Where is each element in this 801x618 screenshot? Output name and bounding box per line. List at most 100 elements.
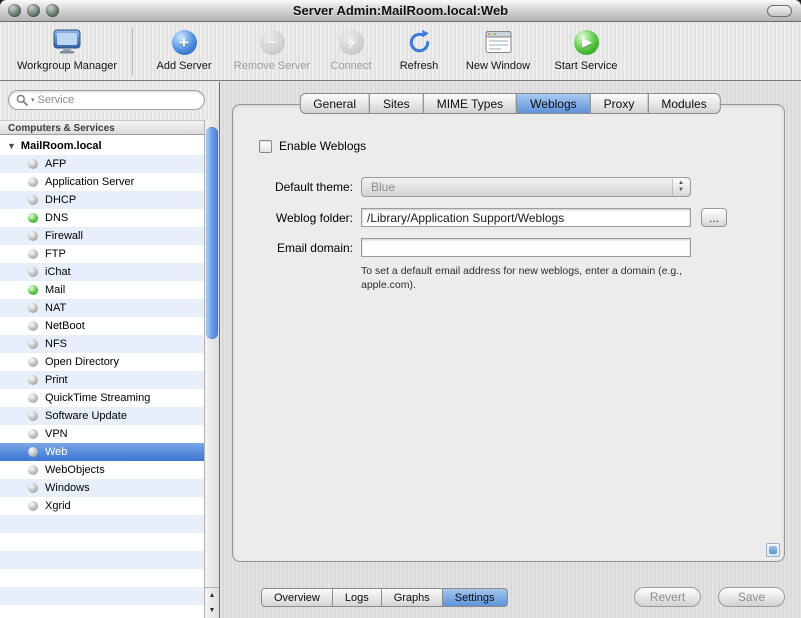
toolbar-item-refresh[interactable]: Refresh [384,27,454,72]
toolbar-item-label: Workgroup Manager [16,60,118,72]
server-row-mailroom-local[interactable]: ▼ MailRoom.local [0,137,204,155]
service-row-dns[interactable]: DNS [0,209,204,227]
service-label: Application Server [45,176,135,188]
enable-weblogs-label: Enable Weblogs [279,139,367,153]
toolbar-item-workgroup-manager[interactable]: Workgroup Manager [6,27,128,72]
enable-weblogs-row[interactable]: Enable Weblogs [259,139,784,153]
service-row-windows[interactable]: Windows [0,479,204,497]
gray-status-icon [28,465,38,475]
email-help-text: To set a default email address for new w… [361,265,683,292]
toolbar-item-add-server[interactable]: + Add Server [142,27,226,72]
green-status-icon [28,213,38,223]
toolbar-item-label: Refresh [399,60,439,72]
service-row-vpn[interactable]: VPN [0,425,204,443]
gray-status-icon [28,267,38,277]
service-label: VPN [45,428,68,440]
scrollbar-thumb[interactable] [206,127,218,339]
default-theme-popup[interactable]: Blue ▲ ▼ [361,177,691,197]
new-window-icon [485,27,512,57]
scroll-up-arrow[interactable]: ▲ [205,588,219,603]
email-domain-row: Email domain: [233,238,784,257]
gray-status-icon [28,159,38,169]
service-row-dhcp[interactable]: DHCP [0,191,204,209]
gray-status-icon [28,429,38,439]
service-label: AFP [45,158,67,170]
service-row-nfs[interactable]: NFS [0,335,204,353]
gray-status-icon [28,483,38,493]
service-row-open-directory[interactable]: Open Directory [0,353,204,371]
service-row-quicktime-streaming[interactable]: QuickTime Streaming [0,389,204,407]
email-domain-label: Email domain: [276,240,353,255]
service-label: Windows [45,482,90,494]
service-label: Mail [45,284,66,296]
add-server-icon: + [171,27,197,57]
service-label: DNS [45,212,69,224]
email-domain-field[interactable] [361,238,691,257]
default-theme-row: Default theme: Blue ▲ ▼ [233,177,784,197]
tab-general[interactable]: General [299,93,371,114]
toolbar-item-start-service[interactable]: ▶ Start Service [542,27,630,72]
service-row-xgrid[interactable]: Xgrid [0,497,204,515]
service-row-print[interactable]: Print [0,371,204,389]
service-row-webobjects[interactable]: WebObjects [0,461,204,479]
weblog-folder-label: Weblog folder: [275,210,353,225]
service-row-mail[interactable]: Mail [0,281,204,299]
service-row-web[interactable]: Web [0,443,204,461]
view-button-logs[interactable]: Logs [331,587,382,607]
weblog-folder-row: Weblog folder: /Library/Application Supp… [233,208,784,227]
view-button-graphs[interactable]: Graphs [380,587,443,607]
workgroup-manager-icon [52,27,82,57]
scroll-down-arrow[interactable]: ▼ [205,603,219,618]
search-icon [16,94,28,106]
browse-button[interactable]: ... [701,208,727,227]
service-row-firewall[interactable]: Firewall [0,227,204,245]
service-label: iChat [45,266,71,278]
gray-status-icon [28,501,38,511]
gray-status-icon [28,339,38,349]
search-input[interactable]: ▾ Service [8,90,205,110]
enable-weblogs-checkbox[interactable] [259,139,272,153]
service-row-netboot[interactable]: NetBoot [0,317,204,335]
plus-glyph: + [179,32,189,52]
toolbar-item-new-window[interactable]: New Window [454,27,542,72]
tab-sites[interactable]: Sites [369,93,424,114]
gray-status-icon [28,195,38,205]
toolbar-item-label: New Window [465,60,531,72]
service-label: NetBoot [45,320,85,332]
service-row-afp[interactable]: AFP [0,155,204,173]
view-button-overview[interactable]: Overview [261,587,333,607]
search-placeholder: Service [37,94,75,106]
toolbar: Workgroup Manager + Add Server − Remove … [0,22,801,81]
service-row-nat[interactable]: NAT [0,299,204,317]
service-row-software-update[interactable]: Software Update [0,407,204,425]
view-button-settings[interactable]: Settings [441,587,508,607]
collapse-widget[interactable] [767,5,792,17]
view-switcher: Overview Logs Graphs Settings [261,587,508,607]
content-area: General Sites MIME Types Weblogs Proxy Module… [220,82,801,618]
titlebar[interactable]: Server Admin:MailRoom.local:Web [0,0,801,22]
search-row: ▾ Service [0,82,219,120]
save-button[interactable]: Save [718,587,785,607]
service-label: Xgrid [45,500,71,512]
panel-scroll-widget[interactable] [766,543,780,557]
disclosure-triangle-icon[interactable]: ▼ [7,141,16,151]
gray-status-icon [28,231,38,241]
revert-button[interactable]: Revert [634,587,701,607]
weblog-folder-field[interactable]: /Library/Application Support/Weblogs [361,208,691,227]
service-label: FTP [45,248,66,260]
tab-mime-types[interactable]: MIME Types [422,93,518,114]
toolbar-item-label: Connect [330,60,372,72]
tab-proxy[interactable]: Proxy [589,93,649,114]
service-row-ftp[interactable]: FTP [0,245,204,263]
service-row-ichat[interactable]: iChat [0,263,204,281]
tab-modules[interactable]: Modules [647,93,721,114]
bottom-bar: Overview Logs Graphs Settings Revert Save [232,586,785,608]
gray-status-icon [28,447,38,457]
search-scope-caret[interactable]: ▾ [31,96,35,104]
tab-weblogs[interactable]: Weblogs [516,93,591,114]
service-label: NAT [45,302,67,314]
service-row-application-server[interactable]: Application Server [0,173,204,191]
green-status-icon [28,285,38,295]
gray-status-icon [28,411,38,421]
sidebar-scrollbar[interactable]: ▲ ▼ [204,120,219,618]
